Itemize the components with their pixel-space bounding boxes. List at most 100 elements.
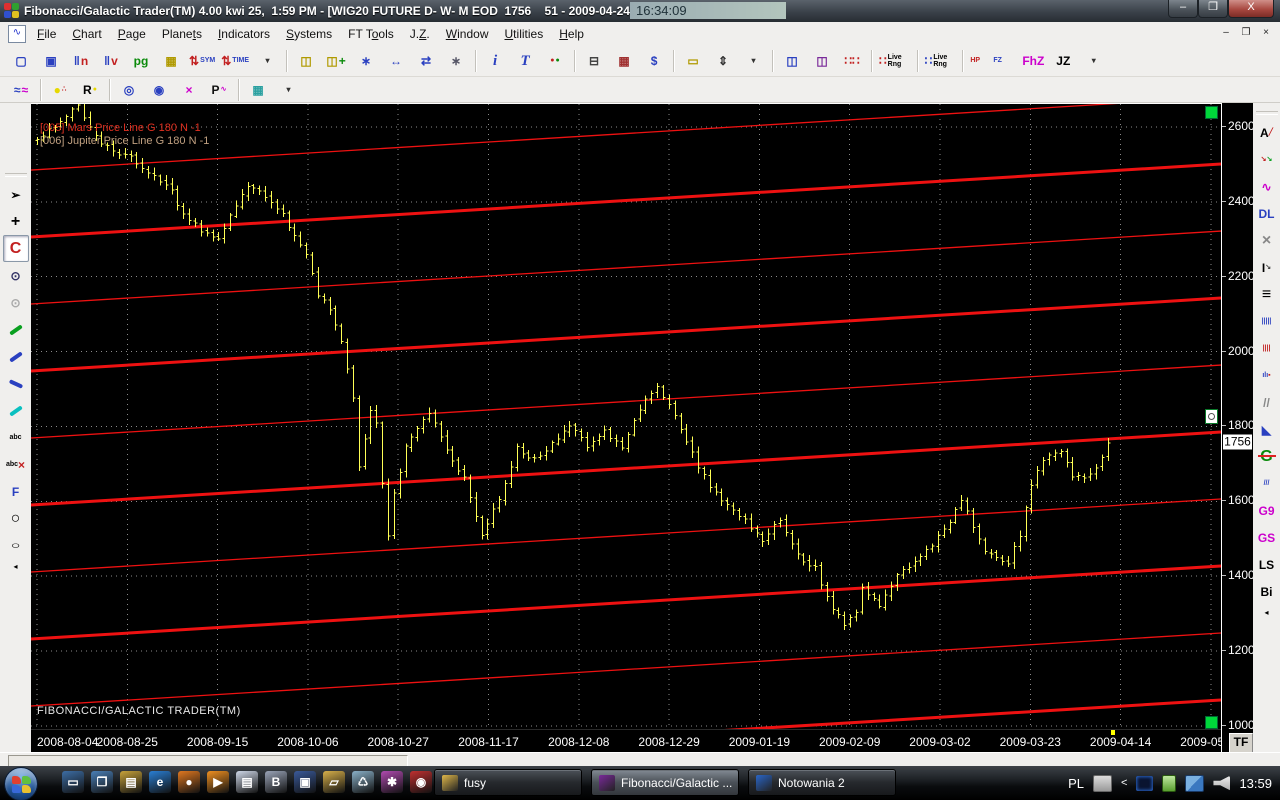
diag-pair-tool[interactable]: // — [1254, 389, 1280, 416]
menu-utilities[interactable]: Utilities — [498, 24, 551, 44]
live-range-red-button[interactable]: ∷Live Rng — [876, 48, 913, 74]
v-lines-blue-tool[interactable]: ||||| — [1254, 308, 1280, 335]
pen-cyan-tool[interactable] — [3, 397, 29, 424]
menu-planets[interactable]: Planets — [155, 24, 209, 44]
fhz-button[interactable]: FhZ — [1018, 48, 1048, 74]
jz-caret[interactable]: ▾ — [1078, 48, 1108, 74]
strip-overflow-arrow[interactable]: ◂ — [1264, 608, 1268, 617]
v-lines-red-tool[interactable]: |||| — [1254, 335, 1280, 362]
jupiter-price-line[interactable] — [31, 499, 1221, 572]
g-lines-tool[interactable]: G — [1254, 443, 1280, 470]
restore-button[interactable]: ❐ — [1198, 0, 1228, 18]
mini-bars-tool[interactable]: ılı▪ — [1254, 362, 1280, 389]
menu-page[interactable]: Page — [111, 24, 153, 44]
jupiter-price-line[interactable] — [31, 104, 1221, 170]
menu-file[interactable]: File — [30, 24, 63, 44]
mars-price-line[interactable] — [31, 164, 1221, 237]
text-tool-button[interactable]: T — [510, 48, 540, 74]
chart-document-icon[interactable]: ∿ — [8, 25, 26, 43]
zoom-page-disabled-tool[interactable]: ⊙ — [3, 289, 29, 316]
trend-arrows-tool[interactable]: ↘↘ — [1254, 146, 1280, 173]
notowania-tray-icon[interactable] — [1136, 776, 1153, 791]
line-blue2-tool[interactable] — [3, 370, 29, 397]
jz-button[interactable]: JZ — [1048, 48, 1078, 74]
bar-width-button[interactable]: ↔ — [381, 48, 411, 74]
firefox-icon[interactable]: ● — [178, 771, 200, 793]
zoom-page-tool[interactable]: ⊙ — [3, 262, 29, 289]
bi-tool[interactable]: Bi — [1254, 578, 1280, 605]
power-icon[interactable] — [1162, 775, 1176, 792]
open-page-button[interactable]: ▣ — [36, 48, 66, 74]
menu-systems[interactable]: Systems — [279, 24, 339, 44]
cascade-new-button[interactable]: ◫+ — [321, 48, 351, 74]
g9-tool[interactable]: G9 — [1254, 497, 1280, 524]
tools-caret[interactable]: ▾ — [738, 48, 768, 74]
symbol-button[interactable]: ⇅SYM — [186, 48, 218, 74]
taskbar-window-notowania-2[interactable]: Notowania 2 — [748, 769, 896, 796]
menu-help[interactable]: Help — [552, 24, 591, 44]
menu-chart[interactable]: Chart — [65, 24, 108, 44]
red-grid-button[interactable]: ∷∷ — [837, 48, 867, 74]
line-green-tool[interactable] — [3, 316, 29, 343]
compress-bars-button[interactable]: ∗ — [351, 48, 381, 74]
retrograde-button[interactable]: R● — [75, 77, 105, 103]
chart-layout2-button[interactable]: ◫ — [807, 48, 837, 74]
volume-icon[interactable] — [1213, 776, 1230, 791]
dollar-button[interactable]: $ — [639, 48, 669, 74]
line-anchor-handle[interactable] — [1205, 409, 1218, 424]
strip-overflow-arrow[interactable]: ◂ — [13, 562, 17, 571]
intraday-n-button[interactable]: ǁn — [66, 48, 96, 74]
cycle-wave-tool[interactable]: ∿ — [1254, 173, 1280, 200]
gs-tool[interactable]: GS — [1254, 524, 1280, 551]
menu-fttools[interactable]: FT Tools — [341, 24, 401, 44]
cross-lines-tool[interactable]: × — [1254, 227, 1280, 254]
new-page-button[interactable]: ▢ — [6, 48, 36, 74]
mdi-restore-button[interactable]: ❐ — [1238, 26, 1254, 40]
recycle-bin-icon[interactable]: ♺ — [352, 771, 374, 793]
pg-button[interactable]: pg — [126, 48, 156, 74]
triangle-hatch-tool[interactable]: ◣ — [1254, 416, 1280, 443]
i-arrow-tool[interactable]: I↘ — [1254, 254, 1280, 281]
angle-a-tool[interactable]: A╱ — [1254, 119, 1280, 146]
print-button[interactable]: ⊟ — [579, 48, 609, 74]
rings-button[interactable]: ◎ — [114, 77, 144, 103]
text-abc-tool[interactable]: abc — [3, 424, 29, 451]
mars-price-line[interactable] — [31, 432, 1221, 505]
menu-jz[interactable]: J.Z. — [403, 24, 437, 44]
launcher-b-icon[interactable]: B — [265, 771, 287, 793]
keyboard-icon[interactable] — [1093, 775, 1112, 792]
notepad-icon[interactable]: ▤ — [236, 771, 258, 793]
menu-indicators[interactable]: Indicators — [211, 24, 277, 44]
page-window-button[interactable]: ▦ — [156, 48, 186, 74]
start-button[interactable] — [4, 767, 38, 800]
planet-wheel-button[interactable]: ◉ — [144, 77, 174, 103]
red-ring-app-icon[interactable]: ◉ — [410, 771, 432, 793]
show-desktop-icon[interactable]: ▭ — [62, 771, 84, 793]
taskbar-window-fibonacci-galactic-[interactable]: Fibonacci/Galactic ... — [591, 769, 739, 796]
circle-tool[interactable]: ○ — [3, 505, 29, 532]
folder-icon[interactable]: ▱ — [323, 771, 345, 793]
sun-aspects-button[interactable]: ●∴ — [45, 77, 75, 103]
f-label-tool[interactable]: F — [3, 478, 29, 505]
palette-app-icon[interactable]: ✱ — [381, 771, 403, 793]
intraday-v-button[interactable]: ǁv — [96, 48, 126, 74]
fan-lines-tool[interactable]: /// — [1254, 470, 1280, 497]
info-tool-button[interactable]: i — [480, 48, 510, 74]
mdi-close-button[interactable]: × — [1258, 26, 1274, 40]
scroll-marker-bottom[interactable] — [1205, 716, 1218, 729]
scroll-marker-top[interactable] — [1205, 106, 1218, 119]
chart-window[interactable]: [005] Mars Price Line G 180 N -1[006] Ju… — [31, 103, 1221, 752]
language-indicator[interactable]: PL — [1068, 776, 1084, 791]
expand-bars-button[interactable]: ⇄ — [411, 48, 441, 74]
jupiter-price-line[interactable] — [31, 365, 1221, 438]
more-caret[interactable]: ▾ — [252, 48, 282, 74]
ellipse-tool[interactable]: ○ — [3, 532, 29, 559]
dl-tool[interactable]: DL — [1254, 200, 1280, 227]
jupiter-price-line[interactable] — [31, 633, 1221, 706]
timeframe-button[interactable]: TF — [1229, 733, 1253, 753]
media-player-icon[interactable]: ▶ — [207, 771, 229, 793]
jupiter-price-line[interactable] — [31, 231, 1221, 304]
menu-window[interactable]: Window — [439, 24, 496, 44]
mars-price-line[interactable] — [31, 566, 1221, 639]
ruler-button[interactable]: ▭ — [678, 48, 708, 74]
